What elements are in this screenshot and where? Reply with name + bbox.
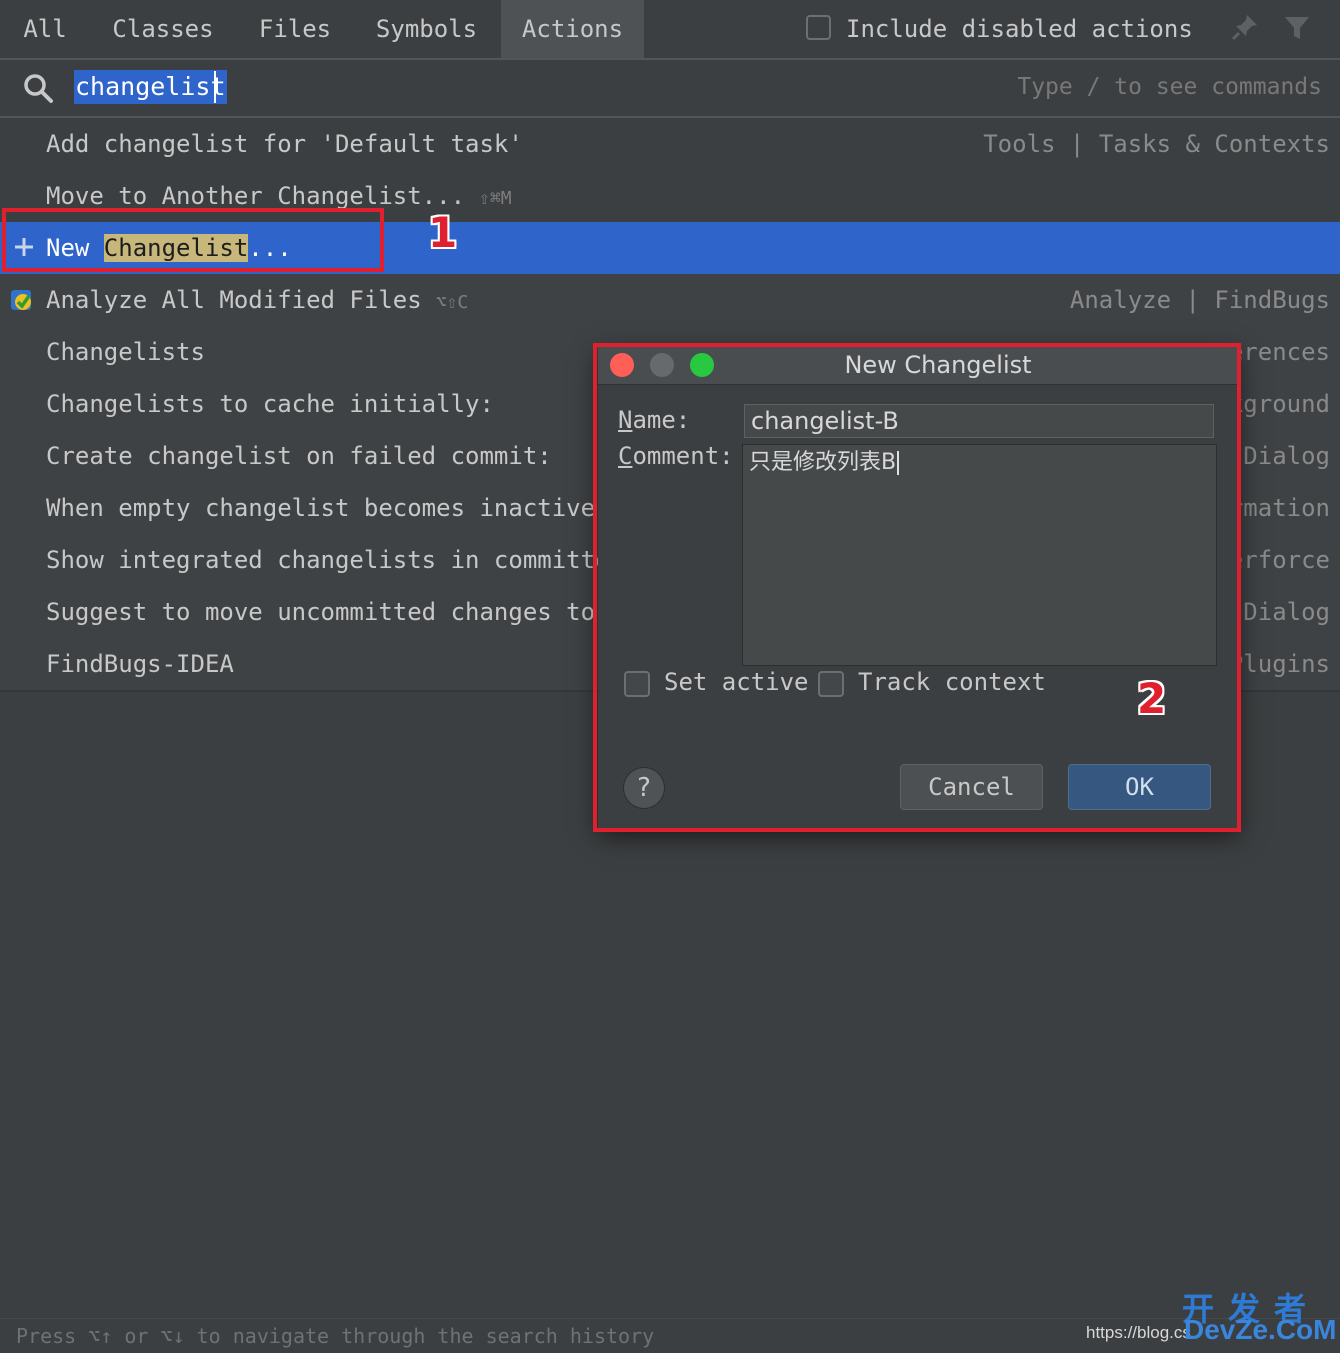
- item-category: erforce: [1228, 546, 1330, 574]
- pin-icon[interactable]: [1230, 12, 1260, 42]
- annotation-box-1: [2, 208, 384, 272]
- item-label: Show integrated changelists in committe: [46, 546, 610, 574]
- watermark-url: https://blog.cs: [1086, 1323, 1191, 1342]
- tab-all[interactable]: All: [0, 0, 90, 58]
- list-item[interactable]: Analyze All Modified Files ⌥⇧C Analyze | …: [0, 274, 1340, 326]
- item-label: Changelists: [46, 338, 205, 366]
- item-label: Analyze All Modified Files ⌥⇧C: [46, 286, 469, 314]
- include-disabled-checkbox[interactable]: [806, 15, 831, 40]
- tab-actions[interactable]: Actions: [501, 0, 644, 58]
- annotation-box-2: [593, 343, 1241, 832]
- item-category: erences: [1228, 338, 1330, 366]
- search-icon: [24, 74, 53, 103]
- item-label: When empty changelist becomes inactive: [46, 494, 596, 522]
- scope-tabs-bar: All Classes Files Symbols Actions Includ…: [0, 0, 1340, 60]
- item-label: Changelists to cache initially:: [46, 390, 494, 418]
- status-hint: Press ⌥↑ or ⌥↓ to navigate through the s…: [16, 1324, 655, 1348]
- item-category: Plugins: [1228, 650, 1330, 678]
- item-category: Analyze | FindBugs: [1069, 286, 1330, 314]
- tab-classes[interactable]: Classes: [90, 0, 236, 58]
- filter-icon[interactable]: [1283, 14, 1311, 42]
- item-shortcut: ⌥⇧C: [435, 292, 469, 313]
- item-label: Suggest to move uncommitted changes to: [46, 598, 596, 626]
- search-bar: changelist Type / to see commands: [0, 60, 1340, 118]
- search-hint: Type / to see commands: [1017, 74, 1322, 100]
- item-label: Create changelist on failed commit:: [46, 442, 552, 470]
- include-disabled-label[interactable]: Include disabled actions: [846, 0, 1193, 58]
- watermark-logo-en: DevZe.CoM: [1184, 1314, 1337, 1345]
- item-category: rmation: [1228, 494, 1330, 522]
- tab-files[interactable]: Files: [236, 0, 354, 58]
- text-caret: [214, 71, 216, 103]
- item-label: Add changelist for 'Default task': [46, 130, 523, 158]
- item-category: Tools | Tasks & Contexts: [983, 130, 1330, 158]
- search-input[interactable]: changelist: [74, 70, 227, 104]
- list-item[interactable]: Add changelist for 'Default task' Tools …: [0, 118, 1340, 170]
- annotation-number-2: 2: [1137, 674, 1167, 723]
- item-label: FindBugs-IDEA: [46, 650, 234, 678]
- item-category: Dialog: [1243, 598, 1330, 626]
- findbugs-icon: [11, 290, 31, 310]
- item-category: kground: [1228, 390, 1330, 418]
- item-category: Dialog: [1243, 442, 1330, 470]
- item-shortcut: ⇧⌘M: [479, 188, 512, 209]
- tab-symbols[interactable]: Symbols: [354, 0, 499, 58]
- annotation-number-1: 1: [428, 208, 458, 257]
